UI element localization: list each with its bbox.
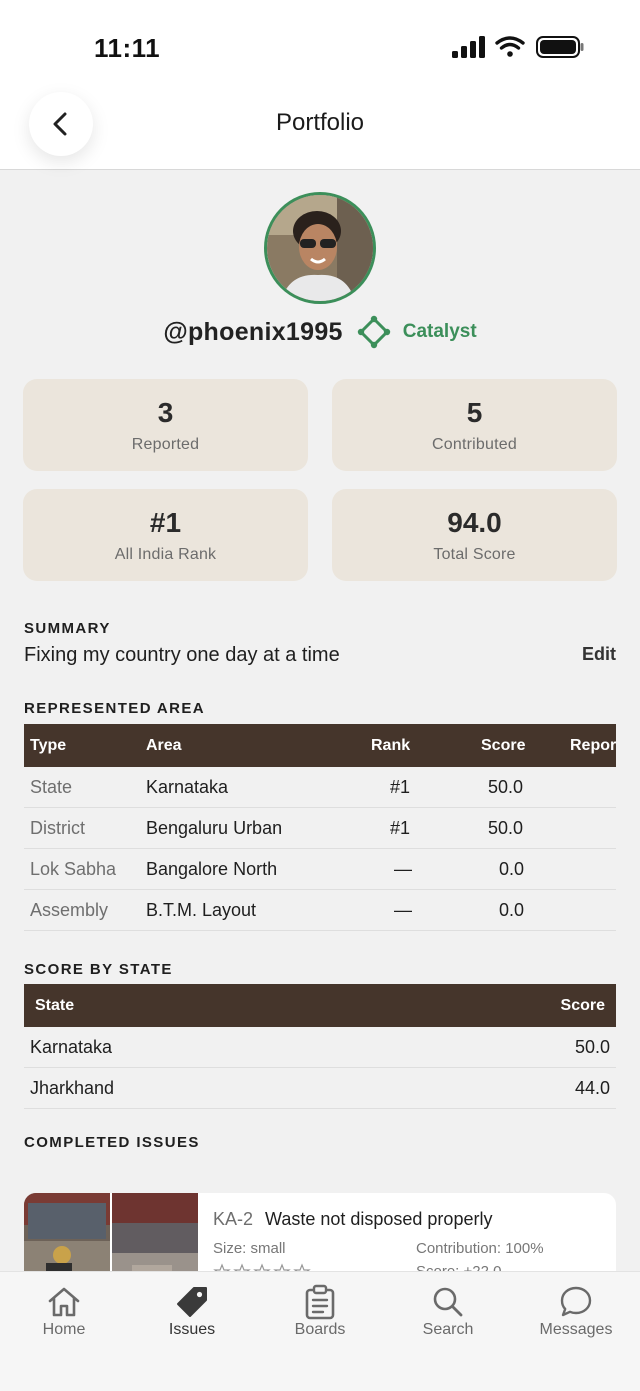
tab-label: Boards (294, 1321, 346, 1338)
battery-icon (536, 36, 584, 58)
table-row: Jharkhand 44.0 (24, 1068, 616, 1109)
signal-icon (452, 36, 485, 58)
stat-value: #1 (149, 507, 182, 538)
cell-rank: #1 (390, 777, 411, 797)
tab-issues[interactable]: Issues (128, 1272, 256, 1352)
cell-area: Karnataka (146, 777, 229, 797)
table-header: Type Area Rank Score Repor (24, 724, 616, 767)
table-row: State Karnataka #1 50.0 (24, 767, 616, 808)
cell-score: 50.0 (488, 777, 524, 797)
status-icons (452, 36, 584, 58)
stat-value: 94.0 (447, 507, 502, 538)
cell-type: Assembly (30, 900, 109, 920)
represented-area-table: Type Area Rank Score Repor State Karnata… (24, 724, 616, 931)
tab-home[interactable]: Home (0, 1272, 128, 1352)
profile-row: @phoenix1995 Catalyst (0, 312, 640, 352)
cell-area: Bengaluru Urban (146, 818, 283, 838)
cell-rank: — (394, 859, 412, 879)
tag-icon (177, 1287, 207, 1317)
cell-score: 0.0 (499, 900, 525, 920)
score-by-state-table: State Score Karnataka 50.0 Jharkhand 44.… (24, 984, 616, 1109)
diamond-badge-icon (357, 315, 390, 349)
score-by-state-heading: SCORE BY STATE (24, 961, 173, 978)
table-row: Lok Sabha Bangalore North — 0.0 (24, 849, 616, 890)
cell-state: Karnataka (30, 1037, 113, 1057)
stat-value: 5 (466, 397, 483, 428)
tab-label: Issues (168, 1321, 216, 1338)
table-header: State Score (24, 984, 616, 1027)
completed-issues-heading: COMPLETED ISSUES (24, 1134, 200, 1151)
badge-label: Catalyst (402, 321, 477, 342)
tab-messages[interactable]: Messages (512, 1272, 640, 1352)
column-score: Score (481, 737, 526, 754)
tab-search[interactable]: Search (384, 1272, 512, 1352)
table-row: Karnataka 50.0 (24, 1027, 616, 1068)
username: @phoenix1995 (163, 317, 343, 346)
tab-label: Search (422, 1321, 474, 1338)
tab-label: Messages (539, 1321, 613, 1338)
page-title: Portfolio (275, 109, 365, 136)
stat-label: Total Score (433, 546, 516, 563)
cell-score: 50.0 (574, 1037, 610, 1057)
cell-type: District (30, 818, 85, 838)
avatar-photo (267, 195, 373, 301)
table-row: District Bengaluru Urban #1 50.0 (24, 808, 616, 849)
stat-label: Reported (131, 436, 200, 453)
cell-state: Jharkhand (30, 1078, 115, 1098)
summary-heading: SUMMARY (24, 620, 111, 637)
home-icon (48, 1287, 80, 1317)
column-area: Area (146, 737, 182, 754)
cell-score: 0.0 (499, 859, 525, 879)
nav-bar: Portfolio (0, 90, 640, 170)
issue-title: Waste not disposed properly (265, 1209, 493, 1229)
stat-reported: 3 Reported (23, 379, 308, 471)
tab-boards[interactable]: Boards (256, 1272, 384, 1352)
issue-code: KA-2 (213, 1209, 254, 1229)
status-time: 11:11 (94, 33, 161, 63)
stat-contributed: 5 Contributed (332, 379, 617, 471)
stat-label: Contributed (432, 436, 517, 453)
tab-label: Home (42, 1321, 86, 1338)
stat-value: 3 (157, 397, 174, 428)
stat-rank: #1 All India Rank (23, 489, 308, 581)
clipboard-icon (305, 1284, 335, 1320)
column-type: Type (30, 737, 67, 754)
summary-text: Fixing my country one day at a time (24, 644, 340, 666)
cell-rank: #1 (390, 818, 411, 838)
search-icon (433, 1287, 463, 1317)
issue-size: Size: small (213, 1240, 286, 1257)
avatar[interactable] (264, 192, 376, 304)
cell-type: Lok Sabha (30, 859, 117, 879)
table-row: Assembly B.T.M. Layout — 0.0 (24, 890, 616, 931)
cell-score: 50.0 (488, 818, 524, 838)
wifi-icon (495, 36, 525, 57)
cell-type: State (30, 777, 73, 797)
column-rank: Rank (371, 737, 411, 754)
column-reports: Repor (570, 737, 616, 754)
issue-contribution: Contribution: 100% (416, 1240, 544, 1257)
represented-area-heading: REPRESENTED AREA (24, 700, 206, 717)
stat-total-score: 94.0 Total Score (332, 489, 617, 581)
stat-label: All India Rank (114, 546, 217, 563)
cell-score: 44.0 (574, 1078, 610, 1098)
column-state: State (35, 997, 75, 1014)
edit-summary-button[interactable]: Edit (582, 644, 616, 665)
status-bar: 11:11 (0, 0, 640, 90)
tab-bar: Home Issues Boards Search Messages (0, 1271, 640, 1391)
message-icon (560, 1286, 592, 1317)
cell-rank: — (394, 900, 412, 920)
cell-area: B.T.M. Layout (146, 900, 257, 920)
cell-area: Bangalore North (146, 859, 278, 879)
column-score: Score (560, 997, 605, 1014)
